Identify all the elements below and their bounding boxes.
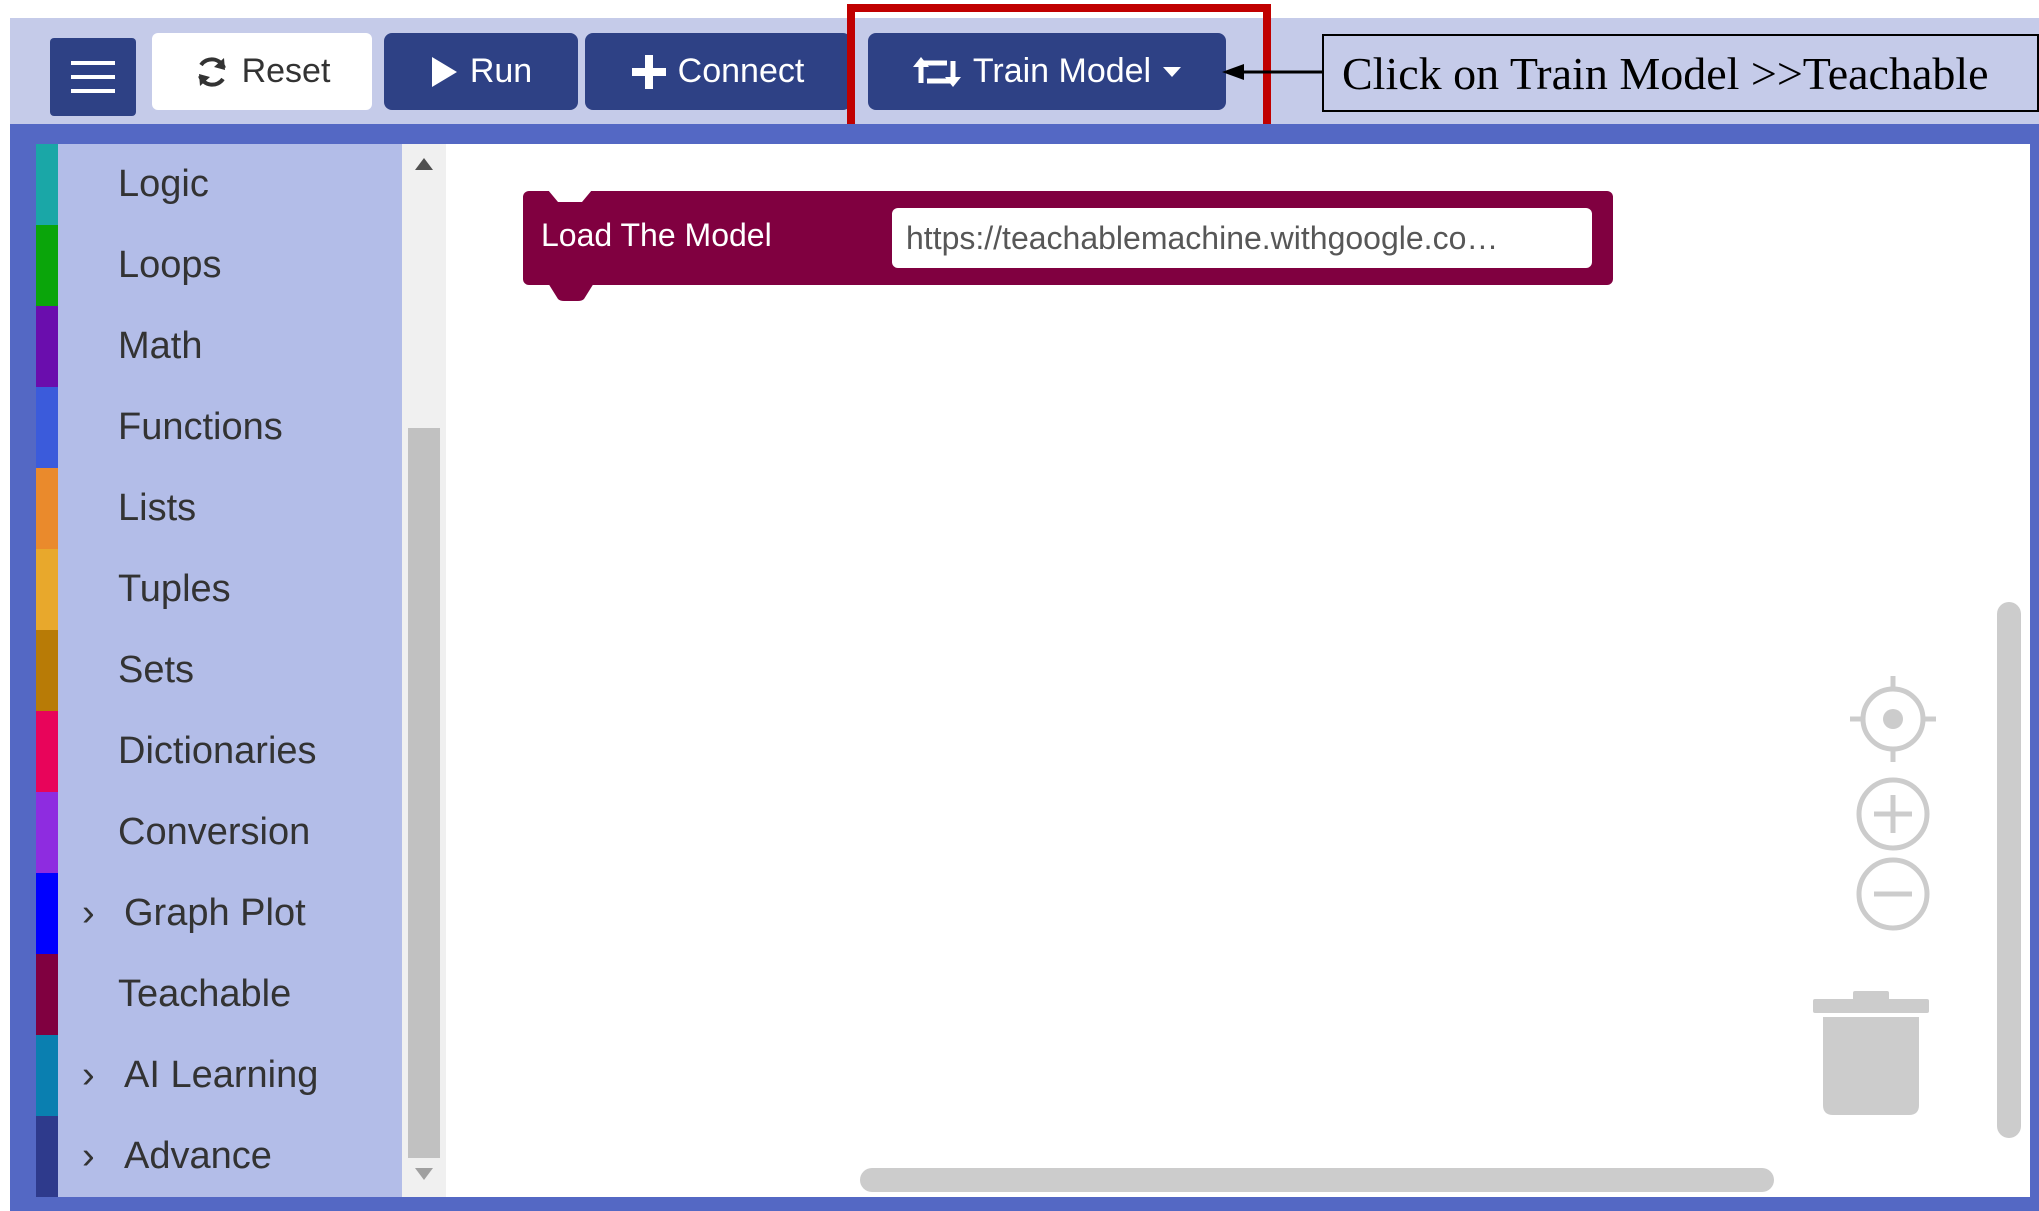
chevron-right-icon[interactable]: › — [82, 1054, 95, 1097]
train-model-label: Train Model — [972, 52, 1152, 90]
run-label: Run — [469, 52, 533, 90]
chevron-right-icon[interactable]: › — [82, 1135, 95, 1178]
category-color — [36, 1116, 58, 1197]
category-label: Tuples — [118, 568, 231, 610]
hamburger-icon — [71, 61, 115, 93]
category-color — [36, 873, 58, 954]
category-label: AI Learning — [124, 1054, 319, 1096]
connect-button[interactable]: Connect — [585, 33, 851, 110]
toolbox: Logic Loops Math Functions Lists Tuples … — [36, 144, 402, 1197]
toolbox-category-functions[interactable]: Functions — [36, 387, 402, 468]
category-color — [36, 225, 58, 306]
run-button[interactable]: Run — [384, 33, 578, 110]
model-url-field[interactable]: https://teachablemachine.withgoogle.co… — [892, 208, 1592, 268]
workspace-vertical-scrollbar[interactable] — [1997, 602, 2021, 1138]
plus-icon — [631, 54, 666, 89]
recenter-icon[interactable] — [1850, 676, 1936, 762]
instruction-callout: Click on Train Model >>Teachable — [1322, 34, 2039, 112]
category-color — [36, 711, 58, 792]
toolbox-category-sets[interactable]: Sets — [36, 630, 402, 711]
category-color — [36, 630, 58, 711]
toolbox-category-math[interactable]: Math — [36, 306, 402, 387]
scroll-down-arrow-icon[interactable] — [415, 1168, 433, 1180]
category-label: Lists — [118, 487, 197, 529]
category-color — [36, 468, 58, 549]
arrow-left-icon — [1222, 64, 1322, 80]
toolbox-category-tuples[interactable]: Tuples — [36, 549, 402, 630]
trash-icon[interactable] — [1813, 989, 1933, 1115]
retweet-icon — [912, 56, 961, 87]
category-label: Loops — [118, 244, 222, 286]
load-model-block[interactable]: Load The Model https://teachablemachine.… — [523, 191, 1613, 285]
chevron-right-icon[interactable]: › — [82, 892, 95, 935]
category-label: Advance — [124, 1135, 272, 1177]
zoom-out-icon[interactable] — [1850, 857, 1936, 931]
scroll-up-arrow-icon[interactable] — [415, 158, 433, 170]
category-label: Conversion — [118, 811, 311, 853]
category-color — [36, 306, 58, 387]
block-notch — [548, 190, 592, 202]
block-tab — [548, 283, 594, 301]
toolbox-category-ai-learning[interactable]: › AI Learning — [36, 1035, 402, 1116]
workspace-horizontal-scrollbar[interactable] — [860, 1168, 1774, 1192]
play-icon — [431, 56, 457, 87]
category-label: Dictionaries — [118, 730, 317, 772]
reset-button[interactable]: Reset — [152, 33, 372, 110]
category-label: Math — [118, 325, 203, 367]
category-label: Sets — [118, 649, 195, 691]
menu-button[interactable] — [50, 38, 136, 116]
category-color — [36, 549, 58, 630]
toolbox-category-dictionaries[interactable]: Dictionaries — [36, 711, 402, 792]
train-model-button[interactable]: Train Model — [868, 33, 1226, 110]
category-label: Functions — [118, 406, 283, 448]
toolbox-category-teachable[interactable]: Teachable — [36, 954, 402, 1035]
category-color — [36, 792, 58, 873]
app-window: Reset Run Connect Train Model Click on T… — [0, 0, 2039, 1211]
reset-label: Reset — [241, 52, 331, 90]
block-workspace[interactable] — [446, 144, 2030, 1197]
toolbox-category-graph-plot[interactable]: › Graph Plot — [36, 873, 402, 954]
category-color — [36, 144, 58, 225]
toolbox-scrollbar[interactable] — [402, 144, 446, 1197]
zoom-in-icon[interactable] — [1850, 777, 1936, 851]
callout-text: Click on Train Model >>Teachable — [1342, 47, 1989, 99]
toolbox-category-advance[interactable]: › Advance — [36, 1116, 402, 1197]
category-label: Graph Plot — [124, 892, 306, 934]
category-color — [36, 387, 58, 468]
refresh-icon — [197, 56, 226, 87]
category-color — [36, 1035, 58, 1116]
toolbox-scrollbar-thumb[interactable] — [408, 428, 440, 1158]
toolbox-category-lists[interactable]: Lists — [36, 468, 402, 549]
category-color — [36, 954, 58, 1035]
caret-down-icon — [1163, 66, 1182, 77]
block-label: Load The Model — [541, 217, 772, 253]
toolbox-category-conversion[interactable]: Conversion — [36, 792, 402, 873]
toolbox-category-logic[interactable]: Logic — [36, 144, 402, 225]
toolbox-category-loops[interactable]: Loops — [36, 225, 402, 306]
category-label: Teachable — [118, 973, 292, 1015]
category-label: Logic — [118, 163, 209, 205]
connect-label: Connect — [677, 52, 805, 90]
